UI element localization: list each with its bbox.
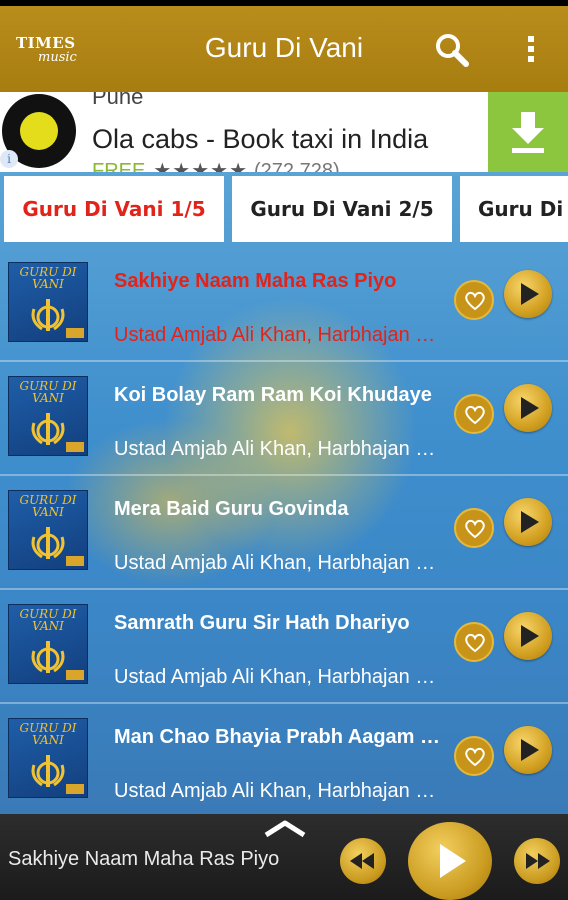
ad-stars: ★★★★★ <box>153 160 248 172</box>
track-artist: Ustad Amjab Ali Khan, Harbhajan Singh <box>114 666 442 688</box>
track-artist: Ustad Amjab Ali Khan, Harbhajan Singh <box>114 438 442 460</box>
play-icon <box>521 739 539 761</box>
label-badge <box>66 784 84 794</box>
play-icon <box>521 625 539 647</box>
search-icon[interactable] <box>432 30 472 70</box>
download-icon <box>512 112 544 153</box>
heart-icon <box>465 747 485 767</box>
chevron-up-icon[interactable] <box>262 818 308 838</box>
tab-guru-di-vani-1[interactable]: Guru Di Vani 1/5 <box>4 176 224 242</box>
heart-icon <box>465 519 485 539</box>
track-title: Sakhiye Naam Maha Ras Piyo <box>114 270 397 292</box>
heart-icon <box>465 291 485 311</box>
track-title: Samrath Guru Sir Hath Dhariyo <box>114 612 410 634</box>
play-pause-button[interactable] <box>408 822 492 900</box>
album-art-title: GURU DI VANI <box>19 493 77 519</box>
play-icon <box>521 283 539 305</box>
favorite-button[interactable] <box>454 736 494 776</box>
track-row[interactable]: GURU DI VANI Koi Bolay Ram Ram Koi Khuday… <box>0 362 568 476</box>
album-art-title: GURU DI VANI <box>19 379 77 405</box>
favorite-button[interactable] <box>454 280 494 320</box>
track-title: Koi Bolay Ram Ram Koi Khudaye <box>114 384 432 406</box>
album-art: GURU DI VANI <box>8 604 88 684</box>
ad-banner[interactable]: i Pune Ola cabs - Book taxi in India FRE… <box>0 92 568 172</box>
track-artist: Ustad Amjab Ali Khan, Harbhajan Singh <box>114 780 442 802</box>
favorite-button[interactable] <box>454 508 494 548</box>
album-art: GURU DI VANI <box>8 718 88 798</box>
play-track-button[interactable] <box>504 384 552 432</box>
fast-forward-button[interactable] <box>514 838 560 884</box>
fast-forward-icon <box>526 853 550 869</box>
play-track-button[interactable] <box>504 498 552 546</box>
track-list-area: Guru Di Vani 1/5 Guru Di Vani 2/5 Guru D… <box>0 172 568 814</box>
play-icon <box>521 397 539 419</box>
track-artist: Ustad Amjab Ali Khan, Harbhajan Singh <box>114 324 442 346</box>
more-vert-icon[interactable] <box>520 36 542 66</box>
label-badge <box>66 328 84 338</box>
app-title: Guru Di Vani <box>204 32 364 63</box>
play-track-button[interactable] <box>504 726 552 774</box>
track-title: Man Chao Bhayia Prabh Aagam Suniya <box>114 726 444 748</box>
now-playing-title[interactable]: Sakhiye Naam Maha Ras Piyo <box>8 848 279 871</box>
tab-guru-di-vani-3[interactable]: Guru Di Vani 3/5 <box>460 176 568 242</box>
track-row[interactable]: GURU DI VANI Sakhiye Naam Maha Ras Piyo Us… <box>0 248 568 362</box>
app-bar: TIMES music Guru Di Vani <box>0 6 568 92</box>
track-artist: Ustad Amjab Ali Khan, Harbhajan Singh <box>114 552 442 574</box>
rewind-icon <box>350 853 374 869</box>
tab-guru-di-vani-2[interactable]: Guru Di Vani 2/5 <box>232 176 452 242</box>
tab-bar: Guru Di Vani 1/5 Guru Di Vani 2/5 Guru D… <box>0 172 568 248</box>
track-row[interactable]: GURU DI VANI Mera Baid Guru Govinda Ustad … <box>0 476 568 590</box>
khanda-emblem <box>28 295 68 335</box>
label-badge <box>66 556 84 566</box>
khanda-emblem <box>28 523 68 563</box>
ad-subtitle: Pune <box>92 92 144 109</box>
album-art: GURU DI VANI <box>8 490 88 570</box>
ad-rating: FREE ★★★★★ (272,728) <box>92 158 340 172</box>
track-row[interactable]: GURU DI VANI Samrath Guru Sir Hath Dhariy… <box>0 590 568 704</box>
khanda-emblem <box>28 637 68 677</box>
album-art: GURU DI VANI <box>8 376 88 456</box>
album-art-title: GURU DI VANI <box>19 607 77 633</box>
khanda-emblem <box>28 409 68 449</box>
heart-icon <box>465 405 485 425</box>
label-badge <box>66 670 84 680</box>
rewind-button[interactable] <box>340 838 386 884</box>
download-button[interactable] <box>488 92 568 172</box>
label-badge <box>66 442 84 452</box>
favorite-button[interactable] <box>454 394 494 434</box>
ad-price: FREE <box>92 160 146 172</box>
ad-title: Ola cabs - Book taxi in India <box>92 124 429 154</box>
play-track-button[interactable] <box>504 612 552 660</box>
heart-icon <box>465 633 485 653</box>
play-icon <box>440 844 466 878</box>
favorite-button[interactable] <box>454 622 494 662</box>
album-art: GURU DI VANI <box>8 262 88 342</box>
album-art-title: GURU DI VANI <box>19 265 77 291</box>
track-row[interactable]: GURU DI VANI Man Chao Bhayia Prabh Aagam … <box>0 704 568 814</box>
play-icon <box>521 511 539 533</box>
khanda-emblem <box>28 751 68 791</box>
album-art-title: GURU DI VANI <box>19 721 77 747</box>
ad-rating-count: (272,728) <box>254 160 340 172</box>
play-track-button[interactable] <box>504 270 552 318</box>
mini-player: Sakhiye Naam Maha Ras Piyo <box>0 814 568 900</box>
track-title: Mera Baid Guru Govinda <box>114 498 349 520</box>
ad-info-icon[interactable]: i <box>0 150 18 168</box>
